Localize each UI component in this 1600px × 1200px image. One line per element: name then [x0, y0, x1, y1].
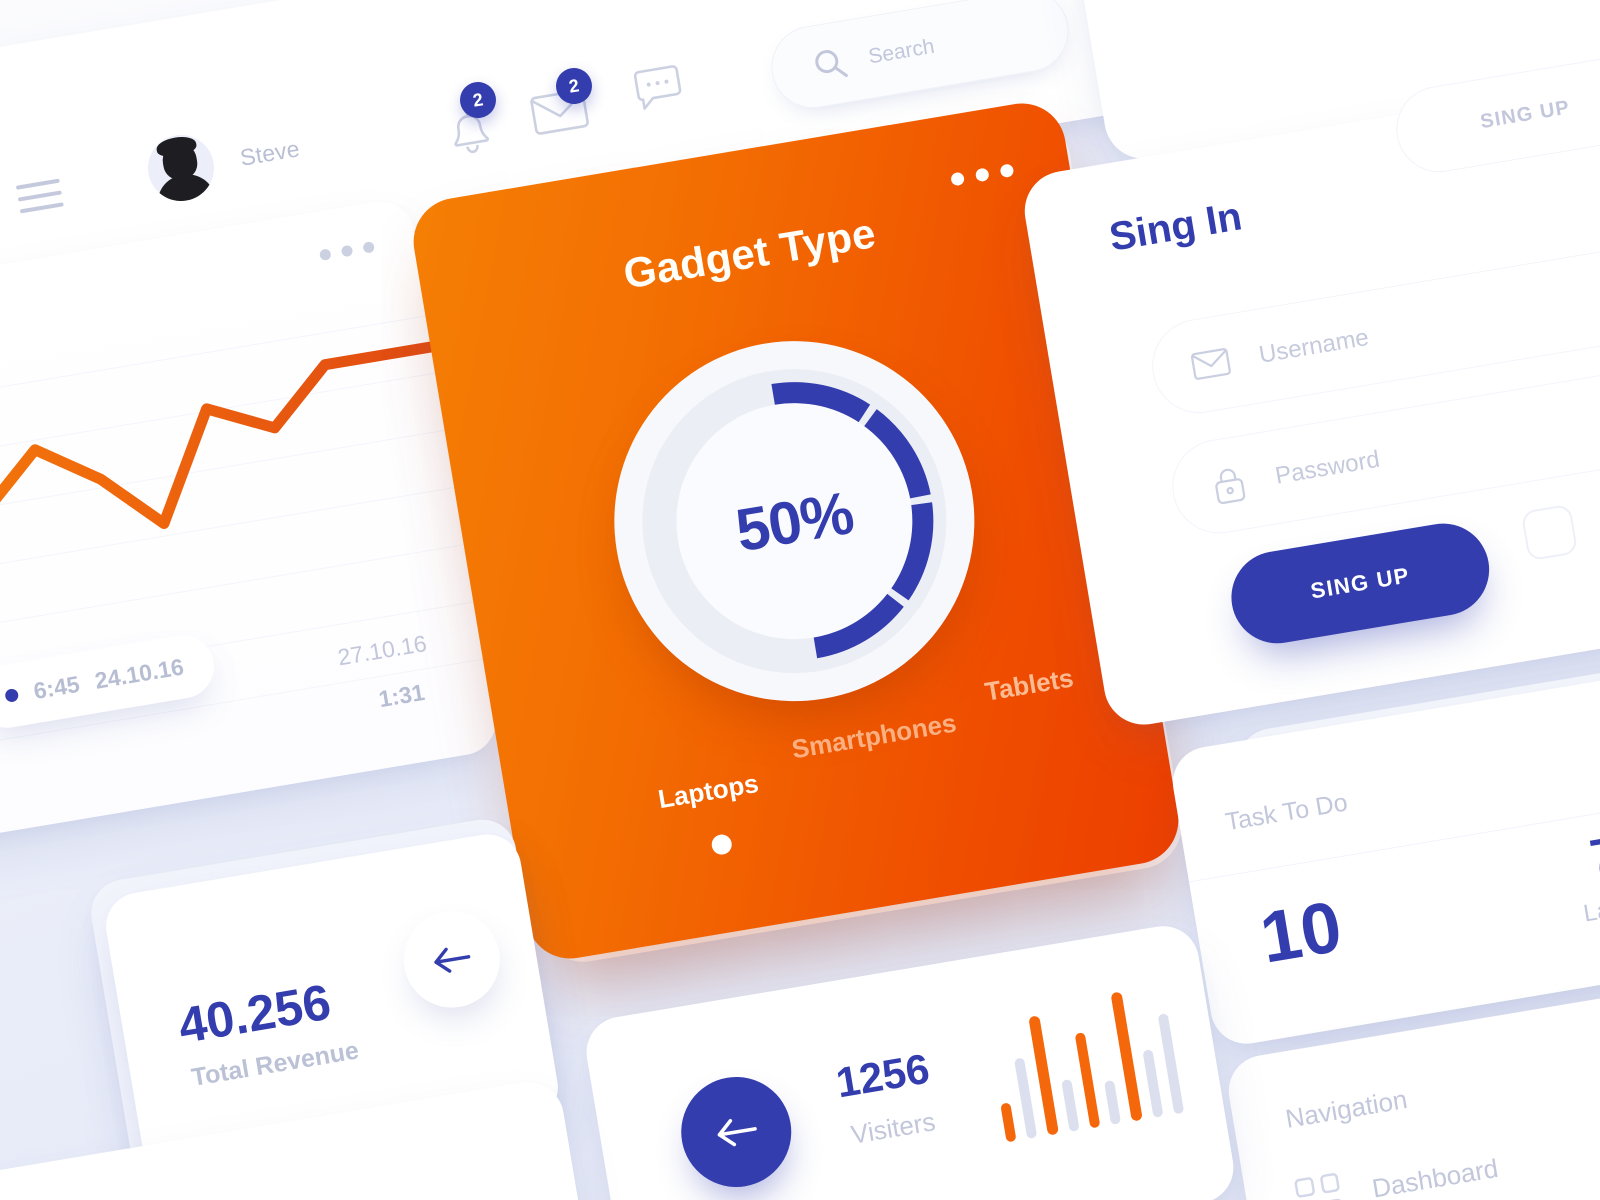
sparkline-bar [1060, 1079, 1080, 1132]
page-title: Sing In [1106, 194, 1245, 260]
revenue-back-button[interactable] [396, 904, 508, 1015]
task-count: 10 [1254, 886, 1348, 979]
chart-time-right: 1:31 [376, 678, 427, 713]
task-last-week-label: Last week [1581, 883, 1600, 928]
tooltip-date: 24.10.16 [92, 653, 186, 694]
donut-chart: 50% [587, 313, 1002, 729]
grid-icon [1294, 1172, 1345, 1200]
navigation-title: Navigation [1283, 1083, 1410, 1134]
sparkline-bar [1104, 1079, 1122, 1125]
sparkline-bar [1157, 1013, 1185, 1115]
arrow-left-icon [434, 947, 471, 973]
revenue-value: 40.256 [174, 973, 335, 1055]
chat-bubble-icon[interactable] [630, 62, 688, 121]
arrow-left-icon [717, 1119, 757, 1147]
tooltip-time: 6:45 [31, 670, 82, 705]
sidebar-item-dashboard[interactable]: Dashboard [1294, 1146, 1502, 1200]
sparkline-bar [1000, 1102, 1017, 1143]
search-icon [815, 50, 848, 78]
username-placeholder: Username [1257, 323, 1371, 369]
sidebar-item-label: Dashboard [1369, 1152, 1501, 1200]
task-last-week-value: 70 [1586, 823, 1600, 885]
legend-item-smartphones[interactable]: Smartphones [790, 707, 959, 765]
search-placeholder: Search [866, 34, 937, 69]
visitors-back-button[interactable] [672, 1068, 800, 1196]
visitors-card: 1256 Visiters [581, 920, 1239, 1200]
sparkline-bar [1074, 1032, 1101, 1129]
legend-active-indicator-dot [710, 833, 734, 857]
signin-card: Sing In SING UP Username Password SING U… [1018, 50, 1600, 731]
gadget-card-title: Gadget Type [620, 209, 879, 298]
sparkline-bar [1141, 1049, 1164, 1118]
visitors-value: 1256 [832, 1044, 933, 1107]
lock-icon [1215, 468, 1246, 505]
donut-percent-label: 50% [731, 478, 858, 564]
task-card-title: Task To Do [1223, 788, 1350, 837]
tooltip-marker-dot [4, 687, 20, 703]
legend-item-laptops[interactable]: Laptops [656, 768, 761, 815]
visitors-sparkline [984, 975, 1185, 1143]
sparkline-bar [1014, 1057, 1038, 1139]
more-options-icon[interactable] [318, 241, 376, 261]
agree-checkbox[interactable] [1520, 503, 1579, 562]
visitors-label: Visiters [848, 1106, 938, 1150]
envelope-icon [1190, 348, 1231, 380]
password-placeholder: Password [1273, 445, 1382, 490]
more-options-icon[interactable] [950, 163, 1015, 187]
signup-button[interactable]: SING UP [1224, 516, 1497, 651]
dashboard-canvas: Steve 2 2 Search Language [0, 0, 1600, 1200]
